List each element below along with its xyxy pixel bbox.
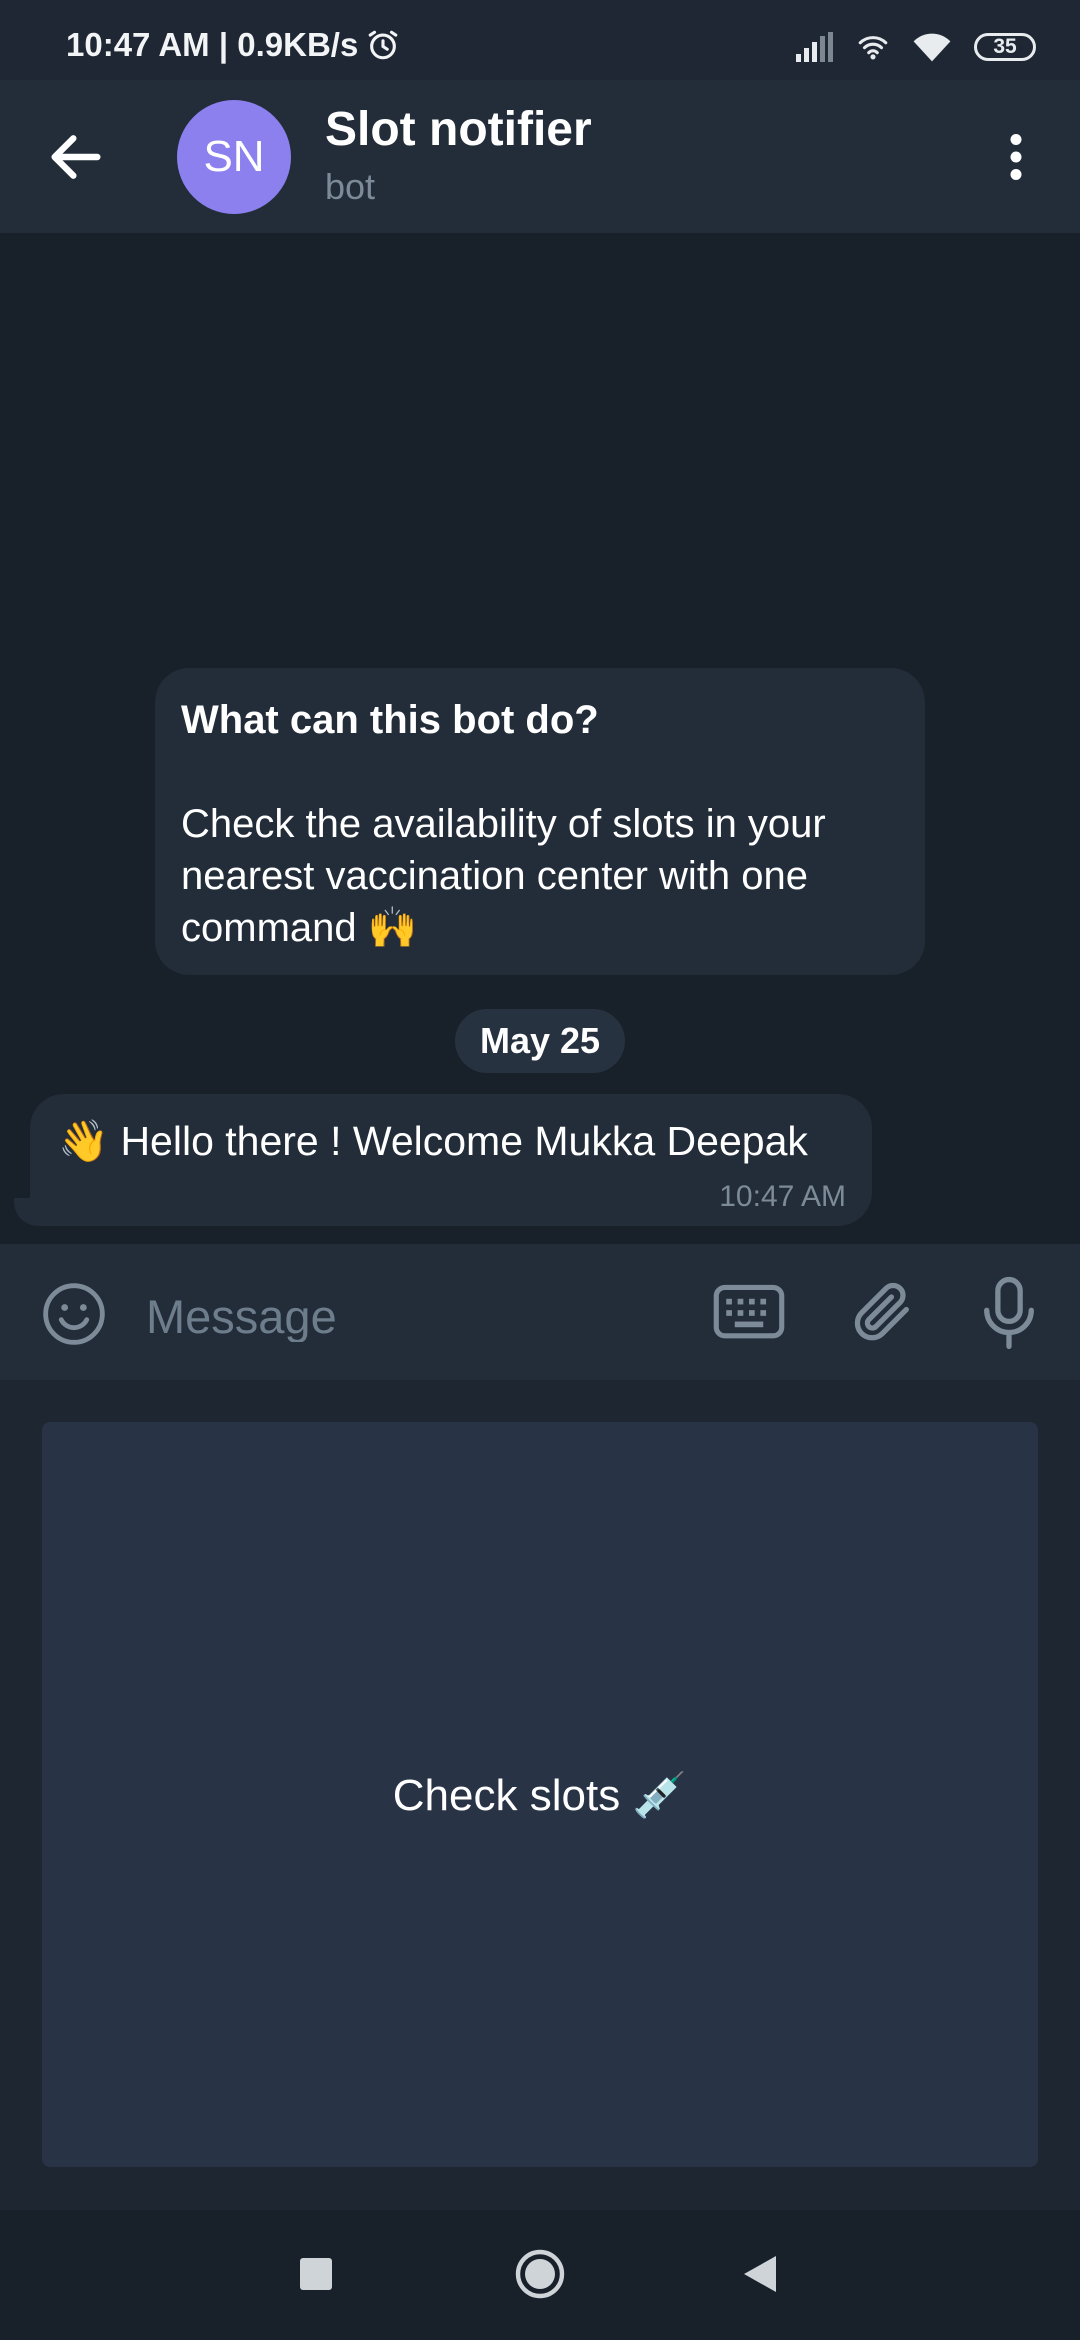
wifi-icon xyxy=(913,33,951,62)
signal-icon xyxy=(796,32,833,62)
battery-icon: 35 xyxy=(974,33,1036,61)
system-nav-bar xyxy=(0,2210,1080,2340)
bot-info-description: Check the availability of slots in your … xyxy=(181,802,826,950)
attach-icon[interactable] xyxy=(848,1276,918,1346)
avatar[interactable]: SN xyxy=(177,100,291,214)
status-bar: 10:47 AM | 0.9KB/s 35 xyxy=(0,0,1080,80)
message-text: 👋 Hello there ! Welcome Mukka Deepak xyxy=(58,1118,808,1164)
chat-title[interactable]: Slot notifier xyxy=(325,102,592,157)
message-bubble[interactable]: 👋 Hello there ! Welcome Mukka Deepak 10:… xyxy=(30,1094,872,1226)
back-arrow-icon[interactable] xyxy=(44,125,108,189)
message-composer xyxy=(0,1244,1080,1380)
alarm-icon xyxy=(368,30,398,60)
bot-keyboard: Check slots 💉 xyxy=(0,1380,1080,2210)
date-separator: May 25 xyxy=(455,1009,625,1073)
keyboard-icon[interactable] xyxy=(712,1280,786,1346)
status-left: 10:47 AM | 0.9KB/s xyxy=(66,26,400,64)
check-slots-button[interactable]: Check slots 💉 xyxy=(42,1422,1038,2167)
hotspot-icon xyxy=(858,36,888,60)
recent-apps-icon[interactable] xyxy=(300,2258,332,2290)
status-right: 35 xyxy=(794,30,1036,64)
bot-info-title: What can this bot do? xyxy=(181,698,599,742)
microphone-icon[interactable] xyxy=(974,1274,1044,1352)
back-triangle-icon[interactable] xyxy=(742,2254,778,2294)
message-input[interactable] xyxy=(144,1290,668,1342)
status-time: 10:47 AM | 0.9KB/s xyxy=(66,26,359,63)
more-options-icon[interactable] xyxy=(986,125,1046,189)
emoji-icon[interactable] xyxy=(40,1280,108,1348)
chat-subtitle: bot xyxy=(325,166,376,207)
message-time: 10:47 AM xyxy=(719,1180,846,1213)
chat-header: SN Slot notifier bot xyxy=(0,80,1080,233)
bot-info-card: What can this bot do? Check the availabi… xyxy=(155,668,925,975)
home-icon[interactable] xyxy=(514,2248,566,2300)
